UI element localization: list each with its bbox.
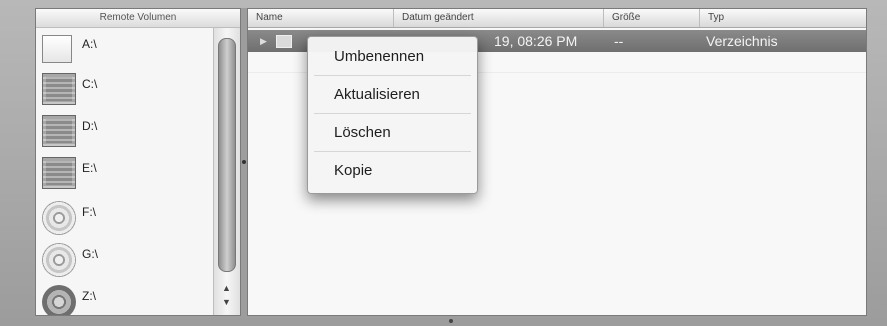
column-header-type[interactable]: Typ bbox=[700, 9, 866, 27]
volume-label: Z:\ bbox=[82, 289, 96, 303]
hard-drive-icon bbox=[42, 115, 76, 149]
volume-item-z[interactable]: Z:\ bbox=[42, 282, 210, 315]
volume-label: G:\ bbox=[82, 247, 99, 261]
menu-item-copy[interactable]: Kopie bbox=[308, 153, 477, 189]
volume-item-c[interactable]: C:\ bbox=[42, 70, 210, 110]
row-type: Verzeichnis bbox=[706, 33, 778, 49]
volume-label: C:\ bbox=[82, 77, 98, 91]
volume-label: F:\ bbox=[82, 205, 96, 219]
column-header-date[interactable]: Datum geändert bbox=[394, 9, 604, 27]
volume-item-g[interactable]: G:\ bbox=[42, 240, 210, 280]
hard-drive-icon bbox=[42, 73, 76, 107]
column-header-size[interactable]: Größe bbox=[604, 9, 700, 27]
folder-icon bbox=[276, 35, 292, 48]
cd-drive-icon bbox=[42, 201, 76, 235]
context-menu: Umbenennen Aktualisieren Löschen Kopie bbox=[307, 36, 478, 194]
menu-separator bbox=[314, 113, 471, 114]
volume-label: A:\ bbox=[82, 37, 97, 51]
volume-scrollbar[interactable]: ▲ ▼ bbox=[213, 28, 240, 315]
disclosure-triangle-icon[interactable]: ▶ bbox=[260, 30, 267, 52]
network-drive-icon bbox=[42, 285, 76, 315]
hard-drive-icon bbox=[42, 157, 76, 191]
column-header-bar: Name Datum geändert Größe Typ bbox=[248, 9, 866, 28]
bottom-splitter-grip-icon[interactable] bbox=[449, 319, 453, 323]
volume-label: E:\ bbox=[82, 161, 97, 175]
volume-label: D:\ bbox=[82, 119, 98, 133]
remote-volumes-header: Remote Volumen bbox=[36, 9, 240, 28]
volume-item-f[interactable]: F:\ bbox=[42, 198, 210, 238]
floppy-drive-icon bbox=[42, 33, 76, 67]
volume-item-e[interactable]: E:\ bbox=[42, 154, 210, 194]
column-header-name[interactable]: Name bbox=[248, 9, 394, 27]
menu-separator bbox=[314, 151, 471, 152]
volume-list: A:\ C:\ D:\ E:\ F:\ G:\ Z:\ bbox=[36, 28, 214, 315]
menu-item-refresh[interactable]: Aktualisieren bbox=[308, 77, 477, 113]
menu-item-delete[interactable]: Löschen bbox=[308, 115, 477, 151]
window-frame: Remote Volumen A:\ C:\ D:\ E:\ F:\ G:\ Z… bbox=[0, 0, 887, 326]
scrollbar-thumb[interactable] bbox=[218, 38, 236, 272]
menu-separator bbox=[314, 75, 471, 76]
scroll-up-arrow-icon[interactable]: ▲ bbox=[222, 283, 231, 293]
volume-item-d[interactable]: D:\ bbox=[42, 112, 210, 152]
remote-volumes-panel: Remote Volumen A:\ C:\ D:\ E:\ F:\ G:\ Z… bbox=[35, 8, 241, 316]
volume-item-a[interactable]: A:\ bbox=[42, 30, 210, 70]
menu-item-rename[interactable]: Umbenennen bbox=[308, 39, 477, 75]
row-size: -- bbox=[614, 33, 624, 49]
splitter-grip-icon bbox=[242, 160, 246, 164]
row-date: 19, 08:26 PM bbox=[494, 33, 578, 49]
cd-drive-icon bbox=[42, 243, 76, 277]
scroll-down-arrow-icon[interactable]: ▼ bbox=[222, 297, 231, 307]
